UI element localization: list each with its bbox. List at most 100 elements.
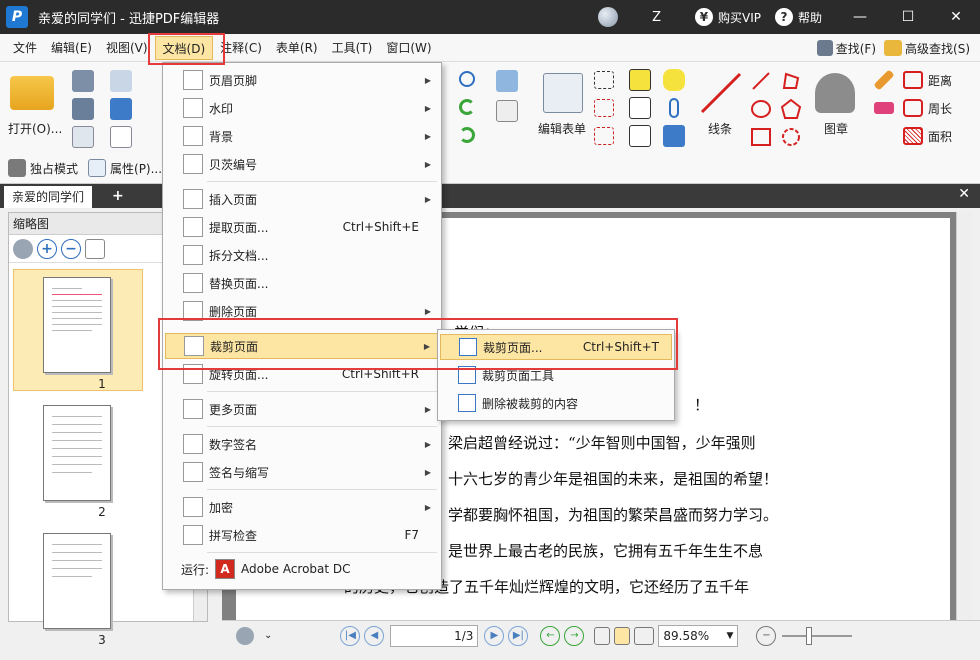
minimize-button[interactable]: — xyxy=(836,0,884,34)
pencil-tool[interactable] xyxy=(872,68,896,92)
arrow-tool[interactable] xyxy=(748,68,774,94)
area-tool[interactable] xyxy=(900,124,926,148)
rotate-thumbnail-icon[interactable] xyxy=(85,238,105,259)
new-tab-button[interactable]: + xyxy=(112,186,128,206)
zoom-slider[interactable] xyxy=(782,626,853,645)
menu-form[interactable]: 表单(R) xyxy=(269,36,325,60)
zoom-out-thumbnail-button[interactable]: − xyxy=(61,238,81,259)
email-button[interactable] xyxy=(108,68,134,94)
back-button[interactable]: ← xyxy=(540,625,561,646)
properties-button[interactable]: 属性(P)... xyxy=(110,160,162,177)
scan-button[interactable] xyxy=(108,96,134,122)
last-page-button[interactable]: ▶| xyxy=(508,625,529,646)
edit-image-tool[interactable] xyxy=(494,68,520,94)
menu-spell-check[interactable]: 拼写检查 F7 xyxy=(165,522,439,548)
sound-tool[interactable] xyxy=(662,124,686,148)
zoom-out-button[interactable]: − xyxy=(756,625,777,646)
save-button[interactable] xyxy=(70,68,96,94)
help-button[interactable]: ? 帮助 xyxy=(774,8,822,26)
text-replace-tool[interactable] xyxy=(592,124,616,148)
page-thumbnail-2[interactable] xyxy=(43,405,111,501)
document-scrollbar[interactable] xyxy=(956,212,972,620)
page-thumbnail-1[interactable] xyxy=(43,277,111,373)
menu-tools[interactable]: 工具(T) xyxy=(325,36,380,60)
polygon-tool[interactable] xyxy=(778,68,804,94)
menu-sign-initial[interactable]: 签名与缩写 ▶ xyxy=(165,459,439,485)
maximize-button[interactable]: ☐ xyxy=(884,0,932,34)
rotate-right-tool[interactable] xyxy=(456,124,478,146)
zoom-in-tool[interactable] xyxy=(456,68,478,90)
menu-window[interactable]: 窗口(W) xyxy=(379,36,438,60)
menu-rotate-pages[interactable]: 旋转页面... Ctrl+Shift+R xyxy=(165,361,439,387)
more-chevron-icon[interactable]: ⌄ xyxy=(264,630,272,641)
distance-tool[interactable] xyxy=(900,68,926,92)
user-avatar[interactable] xyxy=(598,7,619,27)
menu-watermark[interactable]: 水印 ▶ xyxy=(165,95,439,121)
previous-page-button[interactable]: ◀ xyxy=(364,625,385,646)
stamp-tool[interactable] xyxy=(812,70,858,116)
menu-crop-pages[interactable]: 裁剪页面 ▶ xyxy=(165,333,439,359)
zoom-level-select[interactable]: 89.58% ▼ xyxy=(658,624,739,647)
close-window-button[interactable]: ✕ xyxy=(932,0,980,34)
menu-comment[interactable]: 注释(C) xyxy=(213,36,269,60)
text-callout-tool[interactable] xyxy=(592,96,616,120)
find-button[interactable]: 查找(F) xyxy=(816,40,876,57)
settings-gear-icon[interactable] xyxy=(236,626,254,645)
gear-icon[interactable] xyxy=(13,238,33,259)
edit-form-button[interactable] xyxy=(540,70,586,116)
user-name[interactable]: Z xyxy=(652,10,661,25)
buy-vip-button[interactable]: ¥ 购买VIP xyxy=(694,8,761,26)
eraser-tool[interactable] xyxy=(872,96,896,120)
attach-file-tool[interactable] xyxy=(662,96,686,120)
rotate-left-tool[interactable] xyxy=(456,96,478,118)
single-page-icon[interactable] xyxy=(594,626,611,645)
menu-file[interactable]: 文件 xyxy=(6,36,44,60)
continuous-page-icon[interactable] xyxy=(614,626,631,645)
close-tab-button[interactable]: ✕ xyxy=(958,186,970,202)
page-thumbnail-3[interactable] xyxy=(43,533,111,629)
menu-delete-pages[interactable]: 删除页面 ▶ xyxy=(165,298,439,324)
document-tab[interactable]: 亲爱的同学们 xyxy=(4,186,93,208)
forward-button[interactable]: → xyxy=(564,625,585,646)
underline-tool[interactable] xyxy=(628,124,652,148)
rectangle-tool[interactable] xyxy=(748,124,774,150)
menu-bates-numbering[interactable]: 贝茨编号 ▶ xyxy=(165,151,439,177)
menu-encrypt[interactable]: 加密 ▶ xyxy=(165,494,439,520)
exclusive-mode-button[interactable]: 独占模式 xyxy=(30,160,78,177)
cloud-tool[interactable] xyxy=(778,124,804,150)
menu-edit[interactable]: 编辑(E) xyxy=(44,36,99,60)
submenu-crop-pages[interactable]: 裁剪页面... Ctrl+Shift+T xyxy=(440,334,672,360)
print-button[interactable] xyxy=(70,96,96,122)
menu-background[interactable]: 背景 ▶ xyxy=(165,123,439,149)
export-button[interactable] xyxy=(70,124,96,150)
new-document-button[interactable] xyxy=(108,124,134,150)
menu-replace-pages[interactable]: 替换页面... xyxy=(165,270,439,296)
first-page-button[interactable]: |◀ xyxy=(340,625,361,646)
pentagon-tool[interactable] xyxy=(778,96,804,122)
submenu-crop-tool[interactable]: 裁剪页面工具 xyxy=(440,362,672,388)
advanced-find-button[interactable]: 高级查找(S) xyxy=(884,40,970,57)
line-tool[interactable] xyxy=(698,70,744,116)
menu-extract-pages[interactable]: 提取页面... Ctrl+Shift+E xyxy=(165,214,439,240)
add-text-tool[interactable] xyxy=(494,98,520,124)
text-field-tool[interactable] xyxy=(592,68,616,92)
menu-split-document[interactable]: 拆分文档... xyxy=(165,242,439,268)
ellipse-tool[interactable] xyxy=(748,96,774,122)
strikeout-tool[interactable] xyxy=(628,96,652,120)
menu-more-pages[interactable]: 更多页面 ▶ xyxy=(165,396,439,422)
note-tool[interactable] xyxy=(662,68,686,92)
open-button[interactable] xyxy=(8,72,56,114)
next-page-button[interactable]: ▶ xyxy=(484,625,505,646)
perimeter-tool[interactable] xyxy=(900,96,926,120)
menu-digital-signature[interactable]: 数字签名 ▶ xyxy=(165,431,439,457)
menu-document[interactable]: 文档(D) xyxy=(154,35,214,60)
highlight-text-tool[interactable] xyxy=(628,68,652,92)
zoom-in-thumbnail-button[interactable]: + xyxy=(37,238,57,259)
submenu-delete-cropped[interactable]: 删除被裁剪的内容 xyxy=(440,390,672,416)
menu-header-footer[interactable]: 页眉页脚 ▶ xyxy=(165,67,439,93)
facing-page-icon[interactable] xyxy=(634,626,655,645)
menu-insert-pages[interactable]: 插入页面 ▶ xyxy=(165,186,439,212)
menu-view[interactable]: 视图(V) xyxy=(99,36,155,60)
page-number-input[interactable]: 1/3 xyxy=(390,624,479,647)
menu-run-app[interactable]: 运行: A Adobe Acrobat DC xyxy=(181,559,351,579)
